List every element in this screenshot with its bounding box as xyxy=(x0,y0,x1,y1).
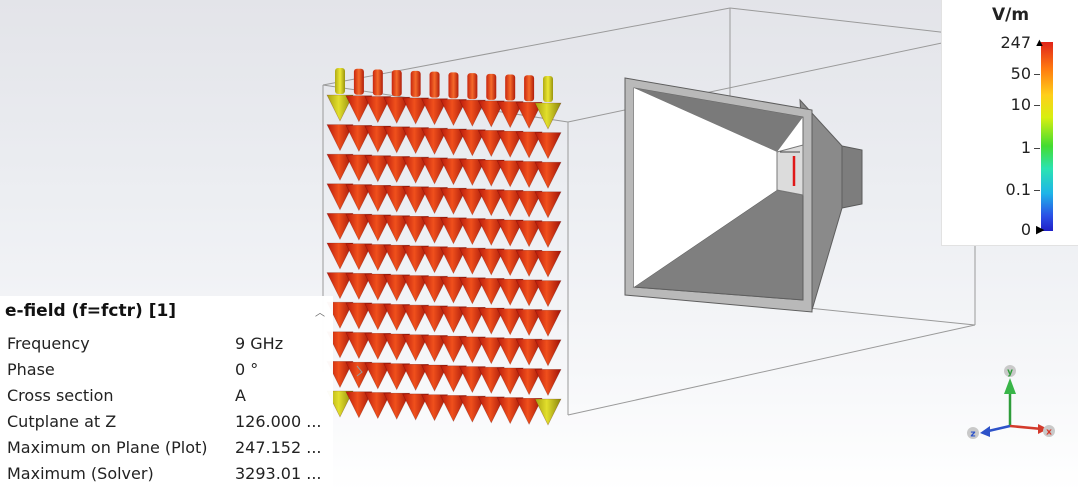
e-field-arrow xyxy=(534,191,562,219)
legend-unit: V/m xyxy=(991,5,1030,25)
info-value: A xyxy=(235,386,246,405)
legend-tick: 0 xyxy=(1020,220,1031,239)
info-panel-title: e-field (f=fctr) [1] xyxy=(5,301,177,321)
e-field-arrow xyxy=(534,339,562,367)
horn-antenna xyxy=(624,77,863,313)
info-label: Cross section xyxy=(7,386,114,405)
axis-triad[interactable]: y x z xyxy=(960,360,1060,450)
legend-tick-mark xyxy=(1034,74,1040,75)
info-label: Frequency xyxy=(7,334,90,353)
legend-tick: 0.1 xyxy=(1005,180,1031,199)
info-label: Maximum (Solver) xyxy=(7,464,154,483)
info-row-max-plane: Maximum on Plane (Plot) 247.152 ... xyxy=(7,438,327,464)
e-field-arrow xyxy=(534,132,562,160)
legend-colorbar xyxy=(1041,42,1053,231)
info-label: Maximum on Plane (Plot) xyxy=(7,438,208,457)
legend-tick: 10 xyxy=(1010,95,1031,114)
result-info-panel: e-field (f=fctr) [1] ︿ Frequency 9 GHz P… xyxy=(0,296,333,492)
legend-tick: 50 xyxy=(1010,64,1031,83)
info-value: 0 ° xyxy=(235,360,259,379)
info-row-cutplane: Cutplane at Z 126.000 ... xyxy=(7,412,327,438)
e-field-arrow xyxy=(534,161,562,189)
info-row-frequency: Frequency 9 GHz xyxy=(7,334,327,360)
legend-tick: 1 xyxy=(1020,138,1031,157)
info-row-max-solver: Maximum (Solver) 3293.01 ... xyxy=(7,464,327,490)
max-pointer-icon[interactable]: ▲ xyxy=(1034,38,1045,49)
color-legend: V/m 247 50 10 1 0.1 0 ▲ ▶ xyxy=(941,0,1078,246)
x-axis-label: x xyxy=(1046,428,1052,438)
x-axis-line xyxy=(1009,424,1043,431)
e-field-arrow xyxy=(534,250,562,278)
legend-tick: 247 xyxy=(1000,33,1031,52)
info-label: Cutplane at Z xyxy=(7,412,117,431)
e-field-arrow xyxy=(534,280,562,308)
info-value: 9 GHz xyxy=(235,334,284,353)
legend-tick-mark xyxy=(1034,105,1040,106)
e-field-arrow xyxy=(534,369,562,397)
legend-tick-mark xyxy=(1034,190,1040,191)
info-label: Phase xyxy=(7,360,55,379)
legend-tick-mark xyxy=(1034,148,1040,149)
min-pointer-icon[interactable]: ▶ xyxy=(1036,225,1044,236)
e-field-arrow xyxy=(534,398,562,426)
info-value: 126.000 ... xyxy=(235,412,322,431)
info-value: 247.152 ... xyxy=(235,438,322,457)
3d-viewport[interactable]: V/m 247 50 10 1 0.1 0 ▲ ▶ e-field (f=fct… xyxy=(0,0,1078,492)
e-field-arrow xyxy=(534,309,562,337)
chevron-up-icon[interactable]: ︿ xyxy=(315,304,325,319)
e-field-arrow xyxy=(326,68,354,122)
info-row-phase: Phase 0 ° xyxy=(7,360,327,386)
y-axis-label: y xyxy=(1007,368,1013,378)
info-value: 3293.01 ... xyxy=(235,464,322,483)
e-field-arrow xyxy=(534,221,562,249)
info-row-cross-section: Cross section A xyxy=(7,386,327,412)
z-axis-arrowhead xyxy=(980,426,990,437)
z-axis-label: z xyxy=(970,430,975,440)
y-axis-arrowhead xyxy=(1004,378,1016,394)
